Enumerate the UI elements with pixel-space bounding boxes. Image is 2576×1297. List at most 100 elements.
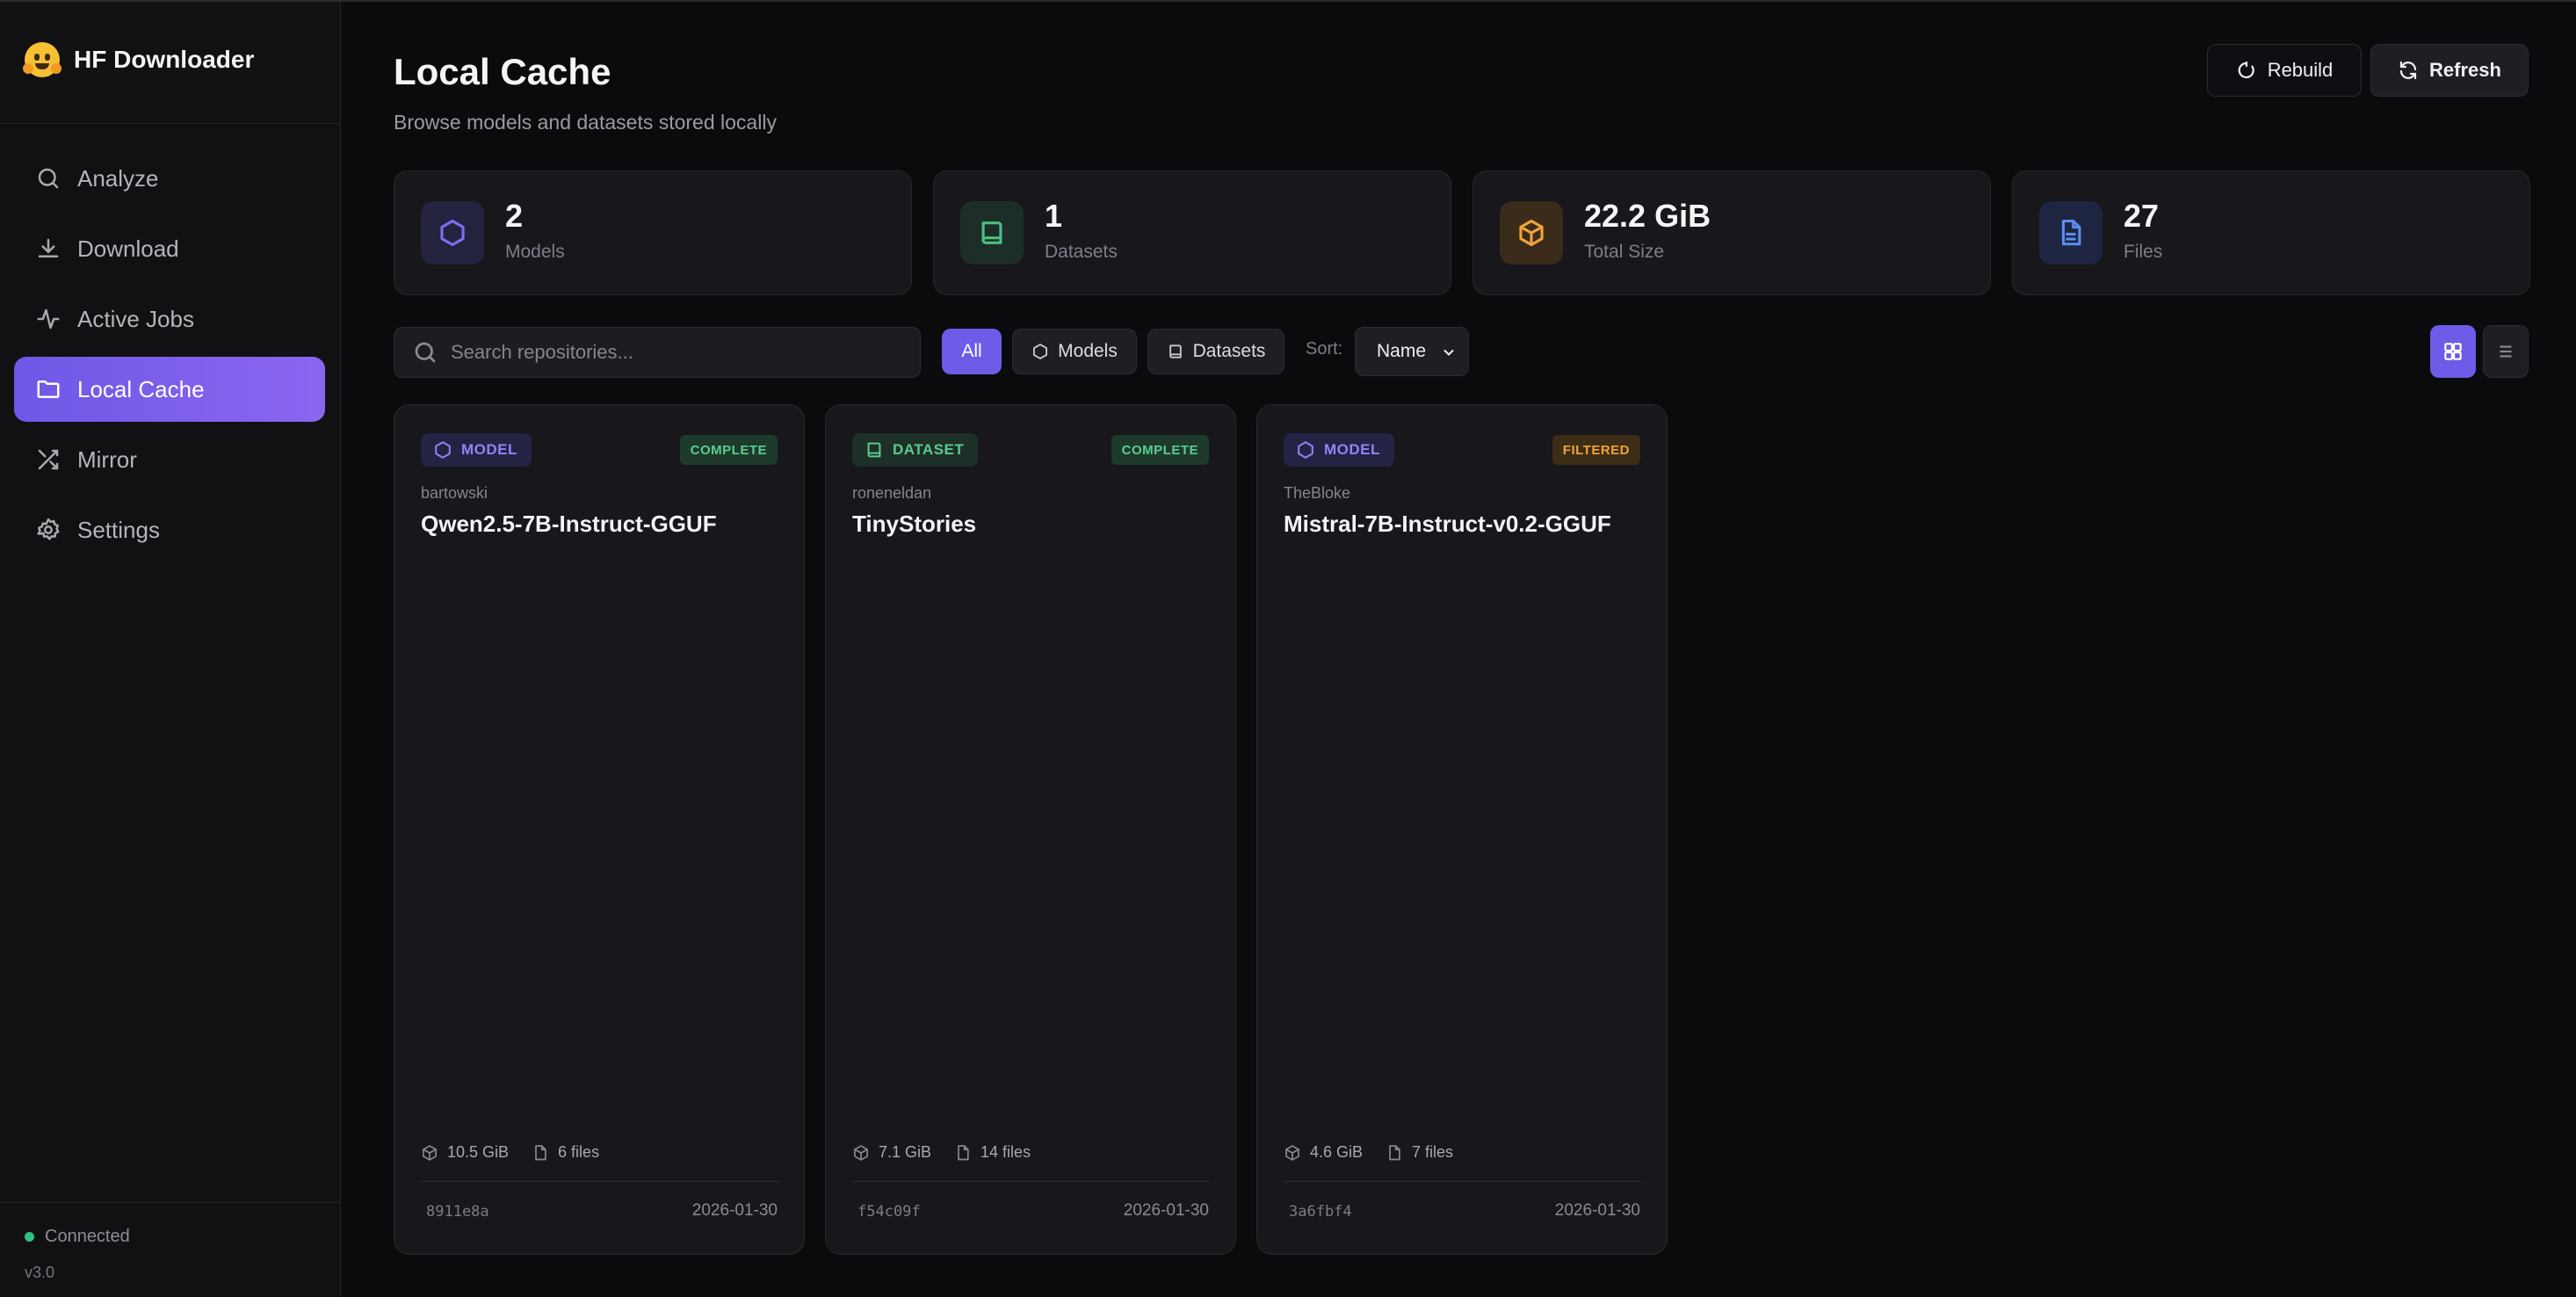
cache-date: 2026-01-30 <box>1123 1201 1209 1220</box>
rebuild-button[interactable]: Rebuild <box>2207 44 2362 97</box>
refresh-label: Refresh <box>2429 59 2501 81</box>
search-box <box>394 327 921 378</box>
stat-card-files: 27 Files <box>2012 170 2530 295</box>
commit-hash: 3a6fbf4 <box>1289 1203 1352 1221</box>
download-icon <box>38 238 59 257</box>
sidebar-item-label: Download <box>77 235 179 262</box>
chip-label: Datasets <box>1192 341 1266 361</box>
sidebar-item-download[interactable]: Download <box>14 216 325 281</box>
status-badge: FILTERED <box>1552 435 1640 465</box>
divider <box>0 1202 341 1203</box>
grid-view-button[interactable] <box>2430 325 2476 378</box>
stat-label: Files <box>2124 242 2163 262</box>
connection-status: Connected <box>25 1227 130 1247</box>
book-icon <box>981 221 1002 244</box>
stat-label: Datasets <box>1045 242 1118 262</box>
search-icon <box>38 168 59 189</box>
file-icon <box>1389 1144 1400 1160</box>
repo-meta: 7.1 GiB 14 files <box>852 1143 1031 1162</box>
divider <box>421 1181 779 1182</box>
chip-label: Models <box>1058 341 1118 361</box>
type-badge: DATASET <box>852 433 979 467</box>
gear-icon <box>37 518 60 540</box>
repo-card[interactable]: MODEL FILTERED TheBloke Mistral-7B-Instr… <box>1256 404 1668 1255</box>
repo-card[interactable]: MODEL COMPLETE bartowski Qwen2.5-7B-Inst… <box>394 404 805 1255</box>
sidebar-item-label: Active Jobs <box>77 305 194 332</box>
type-label: MODEL <box>461 441 517 458</box>
size-meta: 4.6 GiB <box>1284 1143 1363 1162</box>
stat-icon-bg <box>1500 201 1563 264</box>
sidebar-item-label: Local Cache <box>77 375 205 402</box>
stat-value: 2 <box>505 198 524 234</box>
repo-name: TinyStories <box>852 511 977 537</box>
rotate-icon <box>2238 61 2254 79</box>
sidebar-item-mirror[interactable]: Mirror <box>14 427 325 492</box>
filter-chip-all[interactable]: All <box>942 329 1002 374</box>
status-text: Connected <box>45 1227 130 1246</box>
box-icon <box>1519 219 1544 247</box>
book-icon <box>1169 344 1182 359</box>
hexagon-icon <box>435 441 451 459</box>
stat-label: Models <box>505 242 565 262</box>
repo-meta: 4.6 GiB 7 files <box>1284 1143 1453 1162</box>
type-label: DATASET <box>893 441 965 458</box>
refresh-icon <box>2399 61 2417 80</box>
files-meta: 6 files <box>532 1143 599 1162</box>
repo-card[interactable]: DATASET COMPLETE roneneldan TinyStories … <box>825 404 1236 1255</box>
type-badge: MODEL <box>421 433 532 467</box>
sidebar-item-label: Analyze <box>77 164 159 192</box>
size-value: 10.5 GiB <box>447 1143 510 1161</box>
filter-chip-datasets[interactable]: Datasets <box>1147 329 1284 374</box>
window-top-border <box>0 0 2576 2</box>
search-input[interactable] <box>451 341 908 364</box>
cache-date: 2026-01-30 <box>691 1201 778 1220</box>
repo-owner: bartowski <box>421 484 488 502</box>
commit-hash: f54c09f <box>857 1203 921 1221</box>
commit-hash: 8911e8a <box>426 1203 489 1221</box>
hexagon-icon <box>440 219 465 247</box>
sidebar-item-label: Settings <box>77 516 160 543</box>
status-badge: COMPLETE <box>679 435 778 465</box>
stat-icon-bg <box>2039 201 2102 264</box>
sidebar-item-settings[interactable]: Settings <box>14 497 325 562</box>
search-icon <box>415 342 436 363</box>
sidebar-item-active-jobs[interactable]: Active Jobs <box>14 286 325 351</box>
divider <box>0 123 341 124</box>
size-value: 4.6 GiB <box>1310 1143 1364 1161</box>
stat-value: 1 <box>1045 198 1063 234</box>
page-title: Local Cache <box>394 51 611 92</box>
box-icon <box>423 1144 437 1161</box>
files-value: 6 files <box>558 1143 600 1161</box>
book-icon <box>867 442 881 458</box>
status-badge: COMPLETE <box>1111 435 1209 465</box>
hugging-face-icon <box>23 42 62 77</box>
sidebar-nav: Analyze Download Active Jobs Local Cache… <box>14 146 325 568</box>
refresh-button[interactable]: Refresh <box>2370 44 2529 97</box>
sidebar-item-analyze[interactable]: Analyze <box>14 146 325 211</box>
sort-select[interactable]: Name <box>1355 327 1469 376</box>
brand[interactable]: HF Downloader <box>23 42 254 77</box>
files-meta: 14 files <box>954 1143 1031 1162</box>
grid-icon <box>2444 343 2462 360</box>
chevron-down-icon <box>1444 349 1454 356</box>
files-meta: 7 files <box>1386 1143 1453 1162</box>
stat-value: 22.2 GiB <box>1584 198 1711 234</box>
chip-label: All <box>961 341 982 361</box>
size-meta: 10.5 GiB <box>421 1143 509 1162</box>
hexagon-icon <box>1298 441 1313 459</box>
type-label: MODEL <box>1324 441 1380 458</box>
repo-name: Mistral-7B-Instruct-v0.2-GGUF <box>1284 511 1611 537</box>
files-value: 7 files <box>1412 1143 1454 1161</box>
sidebar: HF Downloader Analyze Download Active Jo… <box>0 2 341 1297</box>
repo-name: Qwen2.5-7B-Instruct-GGUF <box>421 511 717 537</box>
version-label: v3.0 <box>25 1264 55 1281</box>
sort-value: Name <box>1377 341 1427 361</box>
stat-card-datasets: 1 Datasets <box>933 170 1451 295</box>
list-view-button[interactable] <box>2483 325 2529 378</box>
filter-chip-models[interactable]: Models <box>1012 329 1137 374</box>
activity-icon <box>37 308 60 330</box>
file-icon <box>535 1144 546 1160</box>
sidebar-item-local-cache[interactable]: Local Cache <box>14 357 325 422</box>
repo-owner: roneneldan <box>852 484 932 502</box>
cache-date: 2026-01-30 <box>1554 1201 1640 1220</box>
